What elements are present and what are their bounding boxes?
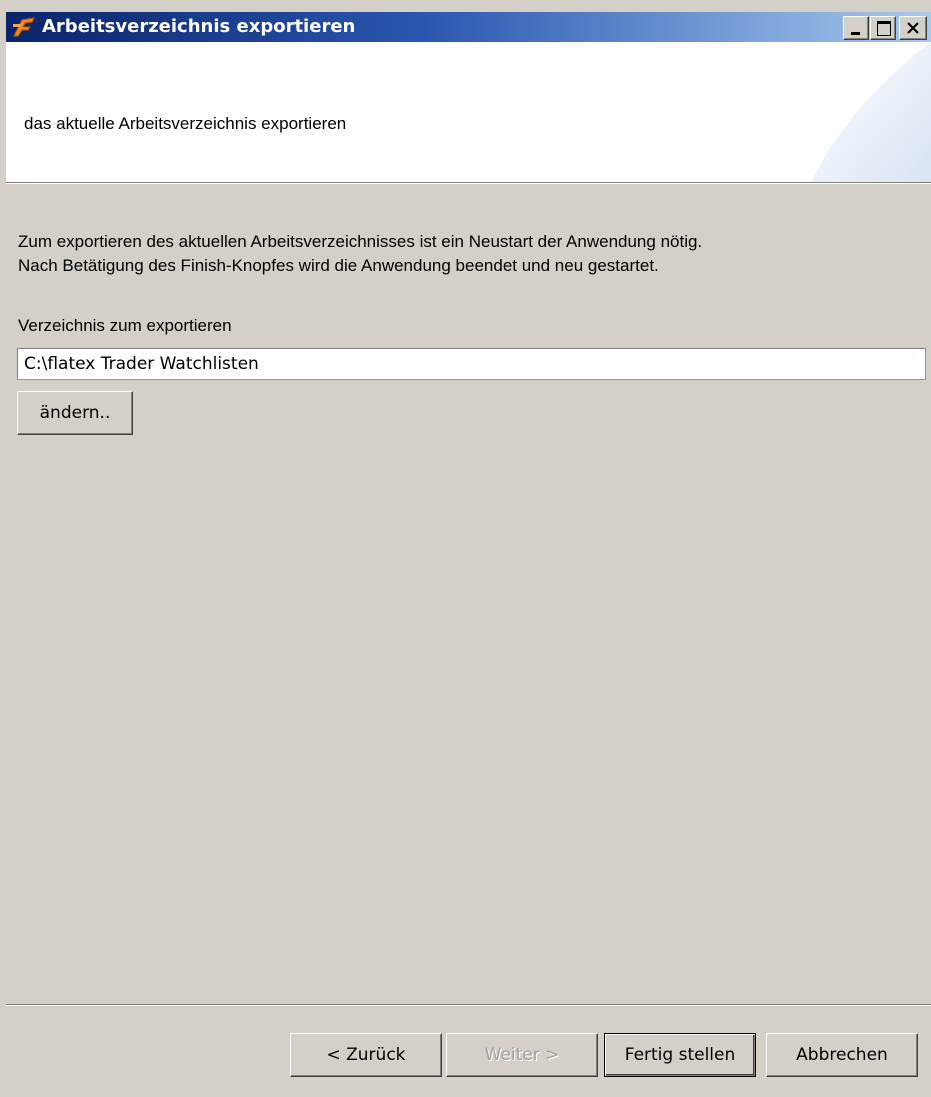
title-bar[interactable]: Arbeitsverzeichnis exportieren xyxy=(6,12,931,42)
intro-text-line-2: Nach Betätigung des Finish-Knopfes wird … xyxy=(18,256,659,275)
header-separator xyxy=(6,182,931,184)
close-icon xyxy=(907,22,919,34)
app-logo-icon xyxy=(12,16,36,38)
header-decoration xyxy=(811,42,931,182)
change-directory-button[interactable]: ändern.. xyxy=(17,391,133,435)
finish-button[interactable]: Fertig stellen xyxy=(604,1033,756,1077)
next-button[interactable]: Weiter > xyxy=(446,1033,598,1077)
wizard-header: das aktuelle Arbeitsverzeichnis exportie… xyxy=(6,42,931,182)
directory-label: Verzeichnis zum exportieren xyxy=(18,316,232,335)
footer-separator xyxy=(6,1004,931,1006)
back-button[interactable]: < Zurück xyxy=(290,1033,442,1077)
intro-text-line-1: Zum exportieren des aktuellen Arbeitsver… xyxy=(18,232,703,251)
export-dialog: Arbeitsverzeichnis exportieren das aktue… xyxy=(0,0,931,1097)
minimize-button[interactable] xyxy=(843,16,869,40)
cancel-button[interactable]: Abbrechen xyxy=(766,1033,918,1077)
window-title: Arbeitsverzeichnis exportieren xyxy=(42,16,356,37)
maximize-button[interactable] xyxy=(870,16,896,40)
wizard-description: das aktuelle Arbeitsverzeichnis exportie… xyxy=(24,114,347,133)
directory-input[interactable]: C:\flatex Trader Watchlisten xyxy=(17,348,926,380)
close-button[interactable] xyxy=(899,16,927,40)
